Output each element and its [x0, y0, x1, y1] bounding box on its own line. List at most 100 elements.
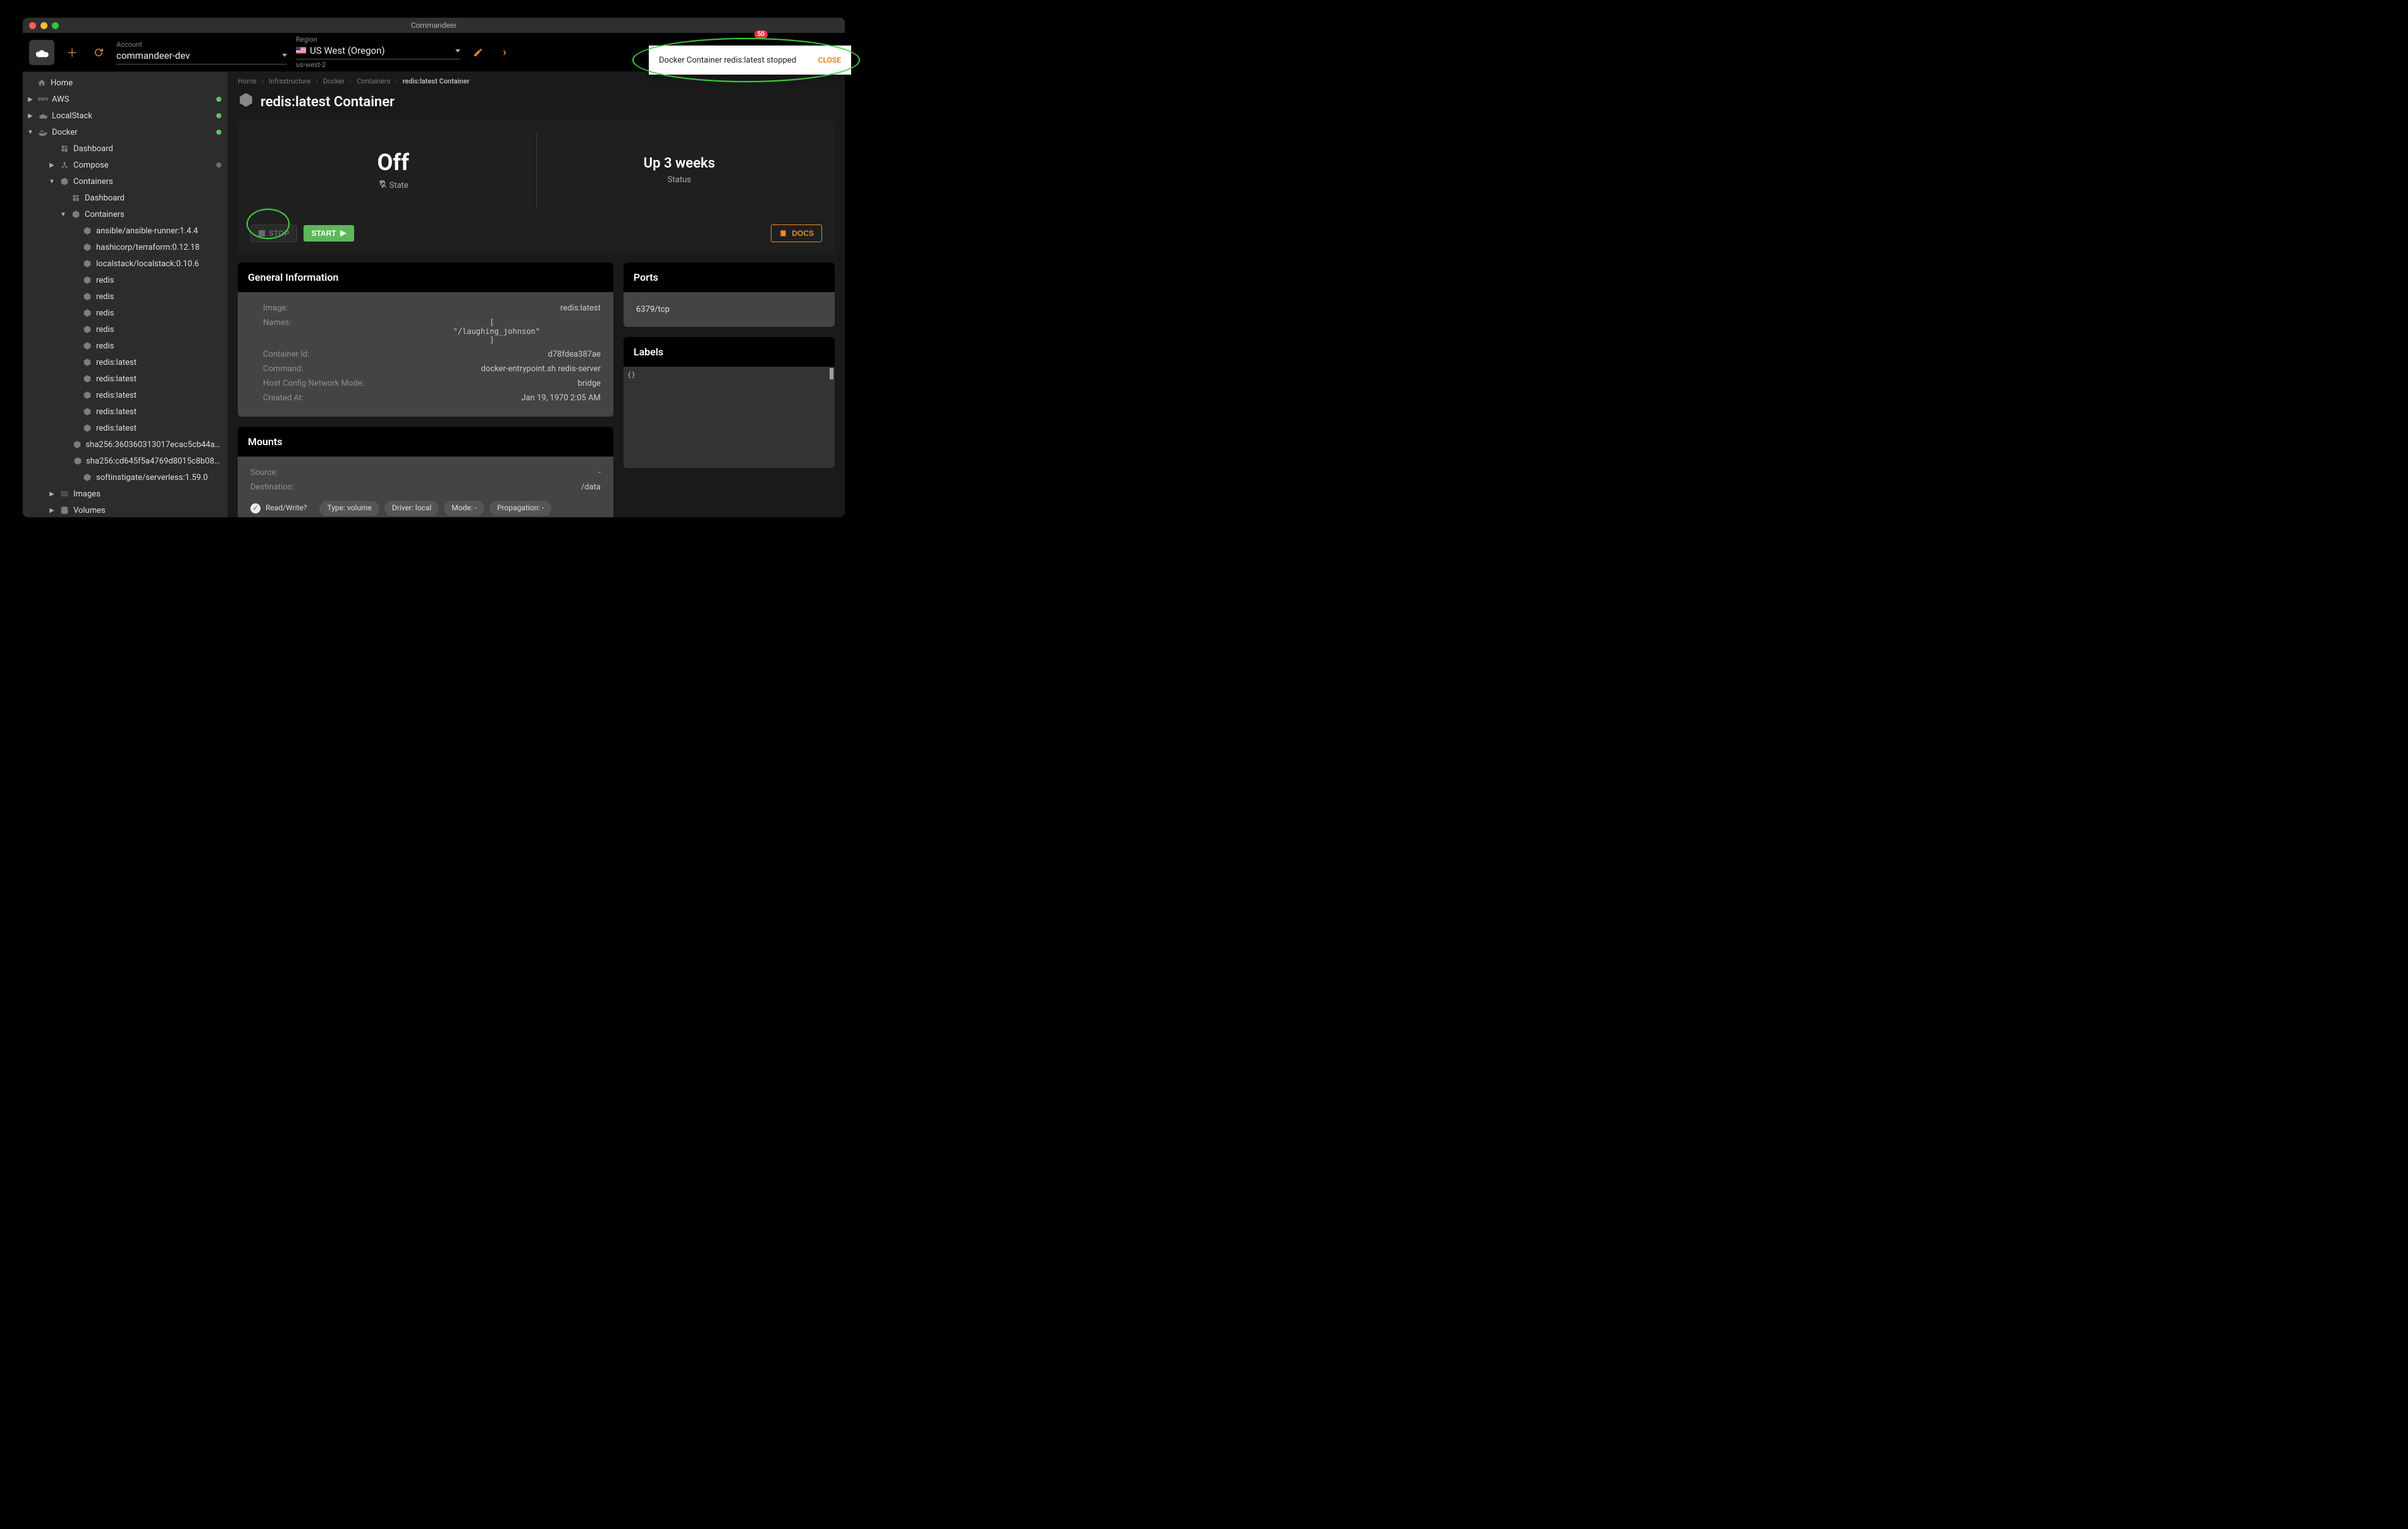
sidebar-container-item[interactable]: redis:latest	[23, 403, 228, 420]
sidebar-container-item[interactable]: redis:latest	[23, 354, 228, 371]
sidebar-item-label: redis	[96, 309, 114, 318]
chevron-right-icon: ▶	[48, 162, 56, 169]
chevron-down-icon: ▼	[48, 178, 56, 185]
sidebar-item-label: Docker	[52, 128, 78, 137]
content-area: Home› Infrastructure› Docker› Containers…	[228, 72, 845, 517]
sidebar-item-label: redis	[96, 325, 114, 335]
toast-close[interactable]: CLOSE	[818, 56, 841, 64]
sidebar-item-label: redis:latest	[96, 407, 137, 417]
chip-driver: Driver: local	[384, 501, 439, 516]
sidebar-item-containers-list[interactable]: ▼ Containers	[23, 206, 228, 223]
sidebar-item-label: Images	[73, 489, 101, 499]
netmode-value: bridge	[383, 379, 601, 388]
sidebar-item-aws[interactable]: ▶ aws AWS	[23, 91, 228, 107]
sidebar-item-volumes[interactable]: ▶ Volumes	[23, 502, 228, 517]
ports-panel: Ports 6379/tcp	[624, 262, 835, 327]
state-label: State	[390, 181, 408, 190]
command-value: docker-entrypoint.sh redis-server	[383, 364, 601, 374]
region-value: US West (Oregon)	[310, 45, 385, 56]
breadcrumb-item[interactable]: Infrastructure	[269, 77, 310, 85]
aws-icon: aws	[38, 94, 48, 104]
page-title: redis:latest Container	[228, 88, 845, 121]
container-icon	[82, 407, 92, 417]
mounts-panel: Mounts Source:- Destination:/data Read/W…	[238, 427, 613, 517]
sidebar-container-item[interactable]: sha256:cd645f5a4769d8015c8b08bcf7164b	[23, 453, 228, 469]
region-selector[interactable]: Region US West (Oregon) us-west-2	[296, 35, 460, 69]
labels-panel: Labels {}	[624, 337, 835, 468]
chevron-down-icon: ▼	[27, 129, 34, 136]
app-logo[interactable]	[29, 40, 54, 65]
sidebar-container-item[interactable]: localstack/localstack:0.10.6	[23, 255, 228, 272]
sidebar-container-item[interactable]: sha256:360360313017ecac5cb44a0cee3326	[23, 436, 228, 453]
chevron-down-icon	[282, 54, 287, 57]
account-selector[interactable]: Account commandeer-dev	[116, 40, 287, 64]
sidebar-container-item[interactable]: redis:latest	[23, 387, 228, 403]
container-icon	[71, 209, 81, 219]
volumes-icon	[59, 505, 70, 515]
sidebar-item-label: ansible/ansible-runner:1.4.4	[96, 226, 198, 236]
sidebar-item-label: Volumes	[73, 506, 106, 515]
toast-message: Docker Container redis:latest stopped	[659, 56, 796, 65]
sidebar-container-item[interactable]: redis	[23, 288, 228, 305]
sidebar-item-docker[interactable]: ▼ Docker	[23, 124, 228, 140]
sidebar-item-label: redis:latest	[96, 424, 137, 433]
sidebar-item-label: redis:latest	[96, 391, 137, 400]
sidebar-item-label: Compose	[73, 161, 109, 170]
names-value: [ "/laughing_johnson" ]	[383, 318, 601, 345]
state-block: Off State	[250, 132, 536, 208]
sidebar-item-home[interactable]: Home	[23, 75, 228, 91]
dashboard-icon	[59, 144, 70, 154]
home-icon	[37, 78, 47, 88]
add-button[interactable]: ＋	[63, 44, 81, 61]
container-icon	[82, 275, 92, 285]
panel-heading: Labels	[624, 337, 835, 367]
sidebar-item-label: Containers	[73, 177, 113, 187]
sidebar-container-item[interactable]: redis:latest	[23, 420, 228, 436]
page-title-text: redis:latest Container	[261, 94, 395, 110]
sidebar-item-localstack[interactable]: ▶ LocalStack	[23, 107, 228, 124]
containerid-value: d78fdea387ae	[383, 350, 601, 359]
sidebar-item-label: redis:latest	[96, 374, 137, 384]
sidebar-item-compose[interactable]: ▶ Compose	[23, 157, 228, 173]
breadcrumb-item[interactable]: Containers	[357, 77, 390, 85]
sidebar-item-label: Dashboard	[85, 193, 125, 203]
sidebar-container-item[interactable]: softinstigate/serverless:1.59.0	[23, 469, 228, 486]
start-button[interactable]: START	[304, 225, 353, 242]
forward-button[interactable]: ›	[496, 44, 513, 61]
compose-icon	[59, 160, 70, 170]
container-icon	[73, 439, 82, 450]
sidebar-container-item[interactable]: redis	[23, 321, 228, 338]
breadcrumb-item[interactable]: Home	[238, 77, 257, 85]
docker-icon	[38, 127, 48, 137]
container-icon	[82, 374, 92, 384]
container-icon	[82, 472, 92, 482]
edit-button[interactable]	[469, 44, 487, 61]
sidebar-container-item[interactable]: redis:latest	[23, 371, 228, 387]
labels-body: {}	[624, 367, 835, 468]
toast: Docker Container redis:latest stopped CL…	[649, 46, 851, 75]
sidebar-item-label: AWS	[52, 95, 69, 104]
stop-button[interactable]: STOP	[250, 224, 297, 242]
sidebar-container-item[interactable]: redis	[23, 305, 228, 321]
sidebar-container-item[interactable]: redis	[23, 272, 228, 288]
sidebar-container-item[interactable]: redis	[23, 338, 228, 354]
sidebar-item-containers[interactable]: ▼ Containers	[23, 173, 228, 190]
titlebar: Commandeer	[23, 18, 845, 33]
refresh-button[interactable]	[90, 44, 108, 61]
docs-button[interactable]: DOCS	[771, 224, 822, 242]
sidebar-item-label: sha256:360360313017ecac5cb44a0cee3326	[85, 440, 221, 450]
region-label: Region	[296, 35, 460, 44]
sidebar-item-images[interactable]: ▶ Images	[23, 486, 228, 502]
panel-heading: General Information	[238, 262, 613, 292]
sidebar-item-containers-dashboard[interactable]: Dashboard	[23, 190, 228, 206]
chevron-right-icon: ▶	[48, 507, 56, 514]
chevron-down-icon	[455, 49, 460, 52]
sidebar-item-label: Dashboard	[73, 144, 113, 154]
sidebar-container-item[interactable]: ansible/ansible-runner:1.4.4	[23, 223, 228, 239]
notification-badge[interactable]: 50	[754, 30, 768, 39]
breadcrumb-item[interactable]: Docker	[323, 77, 345, 85]
chevron-right-icon: ▶	[27, 96, 34, 103]
breadcrumb-current: redis:latest Container	[403, 77, 470, 85]
sidebar-container-item[interactable]: hashicorp/terraform:0.12.18	[23, 239, 228, 255]
sidebar-item-docker-dashboard[interactable]: Dashboard	[23, 140, 228, 157]
